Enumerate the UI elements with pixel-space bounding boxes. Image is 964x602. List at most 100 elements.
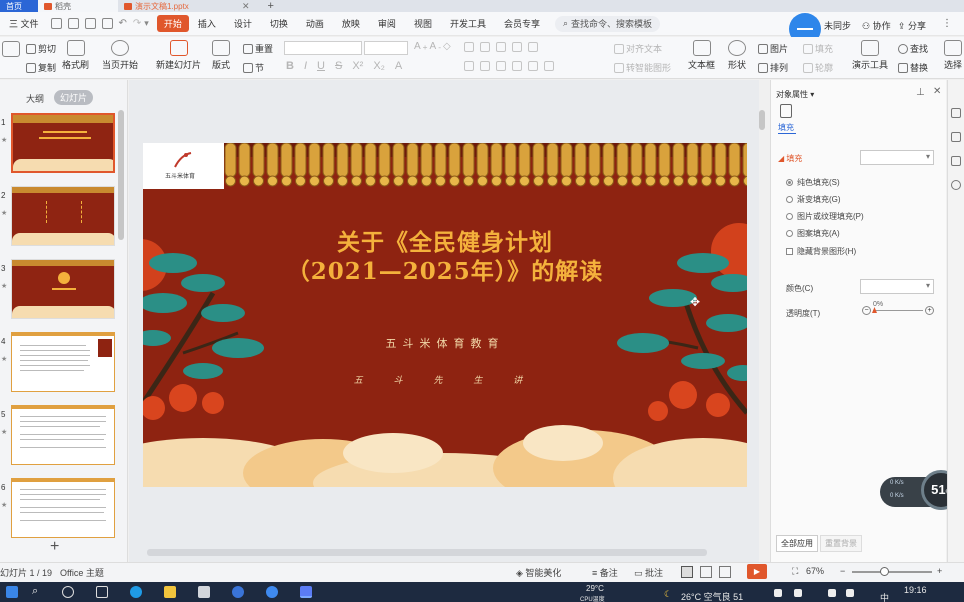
quick-access-dropdown-icon[interactable]: ▾ [144, 18, 149, 29]
tab-outline[interactable]: 大纲 [26, 92, 44, 105]
transparency-decrease-button[interactable]: − [862, 306, 871, 315]
zoom-slider[interactable] [852, 571, 932, 573]
reset-background-button[interactable]: 重置背景 [820, 535, 862, 552]
side-tool-icon[interactable] [951, 108, 961, 118]
undo-icon[interactable]: ↶ [119, 18, 127, 29]
font-size-select[interactable] [364, 41, 408, 55]
transparency-increase-button[interactable]: + [925, 306, 934, 315]
select-button[interactable]: 选择 [944, 40, 962, 71]
paste-button[interactable] [2, 41, 20, 57]
layout-button[interactable]: 版式 [212, 40, 230, 71]
menu-design[interactable]: 设计 [225, 17, 261, 30]
zoom-in-button[interactable]: + [937, 566, 942, 576]
fill-bucket-icon[interactable] [780, 104, 792, 118]
tab-slides[interactable]: 幻灯片 [54, 90, 94, 105]
color-dropdown[interactable] [860, 279, 934, 294]
cortana-icon[interactable] [62, 586, 74, 598]
slide-thumbnail-2[interactable] [11, 186, 115, 246]
fill-section-header[interactable]: ◢ 填充 [778, 153, 802, 164]
print-icon[interactable] [84, 18, 96, 29]
replace-button[interactable]: 替换 [898, 61, 928, 74]
sorter-view-icon[interactable] [700, 566, 712, 578]
current-slide[interactable]: 五斗米体育 关于《全民健身计划 （2021—2025年）》的解读 五斗米体育教育… [143, 143, 747, 487]
zoom-out-button[interactable]: − [840, 566, 845, 576]
notes-button[interactable]: ≡ 备注 [592, 566, 618, 579]
hide-background-checkbox[interactable]: 隐藏背景图形(H) [786, 246, 856, 257]
copy-button[interactable]: 复制 [26, 61, 56, 74]
menu-developer[interactable]: 开发工具 [441, 17, 495, 30]
menu-view[interactable]: 视图 [405, 17, 441, 30]
shape-button[interactable]: 形状 [728, 40, 746, 71]
font-family-select[interactable] [284, 41, 362, 55]
zoom-percent[interactable]: 67% [806, 566, 824, 576]
save-icon[interactable] [50, 18, 62, 29]
zoom-slider-handle[interactable] [880, 567, 889, 576]
textbox-button[interactable]: 文本框 [688, 40, 715, 71]
menu-slideshow[interactable]: 放映 [333, 17, 369, 30]
align-text-button[interactable]: 对齐文本 [614, 42, 662, 55]
menu-member[interactable]: 会员专享 [495, 17, 549, 30]
horizontal-scrollbar[interactable] [147, 549, 707, 556]
slideshow-play-button[interactable]: ▶ [747, 564, 767, 579]
convert-smartart-button[interactable]: 转智能图形 [614, 61, 671, 74]
picture-button[interactable]: 图片 [758, 42, 788, 55]
search-icon[interactable]: ⌕ [32, 585, 38, 598]
radio-solid-fill[interactable]: 纯色填充(S) [786, 177, 840, 188]
slide-subtitle[interactable]: 五斗米体育教育 [143, 335, 747, 351]
slide-title-line-2[interactable]: （2021—2025年）》的解读 [143, 252, 747, 286]
clock-time[interactable]: 19:16 [904, 585, 927, 595]
task-view-icon[interactable] [96, 586, 108, 598]
tray-icon[interactable] [828, 589, 836, 597]
outline-button[interactable]: 轮廓 [803, 61, 833, 74]
command-search[interactable]: ⌕ 查找命令、搜索模板 [554, 15, 661, 32]
redo-icon[interactable]: ↷ [133, 18, 141, 29]
menu-file[interactable]: 三 文件 [0, 17, 48, 30]
radio-gradient-fill[interactable]: 渐变填充(G) [786, 194, 841, 205]
transparency-slider[interactable] [873, 310, 923, 311]
file-explorer-icon[interactable] [164, 586, 176, 598]
menu-start[interactable]: 开始 [156, 15, 189, 32]
help-icon[interactable] [951, 180, 961, 190]
tray-icon[interactable] [846, 589, 854, 597]
tab-home[interactable]: 首页 [0, 0, 38, 12]
menu-review[interactable]: 审阅 [369, 17, 405, 30]
radio-picture-fill[interactable]: 图片或纹理填充(P) [786, 211, 864, 222]
reset-button[interactable]: 重置 [243, 42, 273, 55]
pin-icon[interactable]: ⊥ [916, 87, 925, 98]
slide-thumbnail-3[interactable] [11, 259, 115, 319]
slide-thumbnail-1[interactable] [11, 113, 115, 173]
radio-pattern-fill[interactable]: 图案填充(A) [786, 228, 840, 239]
new-tab-icon[interactable]: + [268, 0, 274, 12]
from-current-button[interactable]: 当页开始 [102, 40, 138, 71]
smart-beautify-button[interactable]: ◈ 智能美化 [516, 566, 561, 579]
sync-status[interactable]: 未同步 [824, 19, 851, 32]
cut-button[interactable]: 剪切 [26, 42, 56, 55]
menu-insert[interactable]: 插入 [189, 17, 225, 30]
fill-type-dropdown[interactable] [860, 150, 934, 165]
comments-button[interactable]: ▭ 批注 [634, 566, 663, 579]
ime-indicator[interactable]: 中 [880, 591, 889, 602]
preview-icon[interactable] [101, 18, 113, 29]
theme-name[interactable]: Office 主题 [60, 566, 104, 579]
tab-fill[interactable]: 填充 [778, 122, 794, 133]
slide-presenter[interactable]: 五 斗 先 生 讲 [143, 373, 747, 386]
arrange-button[interactable]: 排列 [758, 61, 788, 74]
tab-file[interactable]: 演示文稿1.pptx [118, 0, 238, 12]
more-icon[interactable]: ⋮ [942, 18, 952, 29]
font-grow-shrink[interactable]: A + A- ◇ [414, 41, 451, 52]
tray-icon[interactable] [794, 589, 802, 597]
fill-button[interactable]: 填充 [803, 42, 833, 55]
presentation-tools-button[interactable]: 演示工具 [852, 40, 888, 71]
paragraph-align-buttons[interactable] [464, 61, 554, 71]
find-button[interactable]: 查找 [898, 42, 928, 55]
thumbnail-scrollbar[interactable] [118, 110, 124, 240]
side-tool-icon[interactable] [951, 132, 961, 142]
new-slide-button[interactable]: 新建幻灯片 [156, 40, 201, 71]
close-panel-icon[interactable]: ✕ [933, 86, 941, 97]
font-style-buttons[interactable]: B I U S X² X₂ A [286, 60, 402, 72]
slide-thumbnail-4[interactable] [11, 332, 115, 392]
menu-animation[interactable]: 动画 [297, 17, 333, 30]
vertical-scrollbar[interactable] [759, 110, 765, 130]
app-icon[interactable] [198, 586, 210, 598]
add-slide-button[interactable]: + [50, 538, 59, 556]
